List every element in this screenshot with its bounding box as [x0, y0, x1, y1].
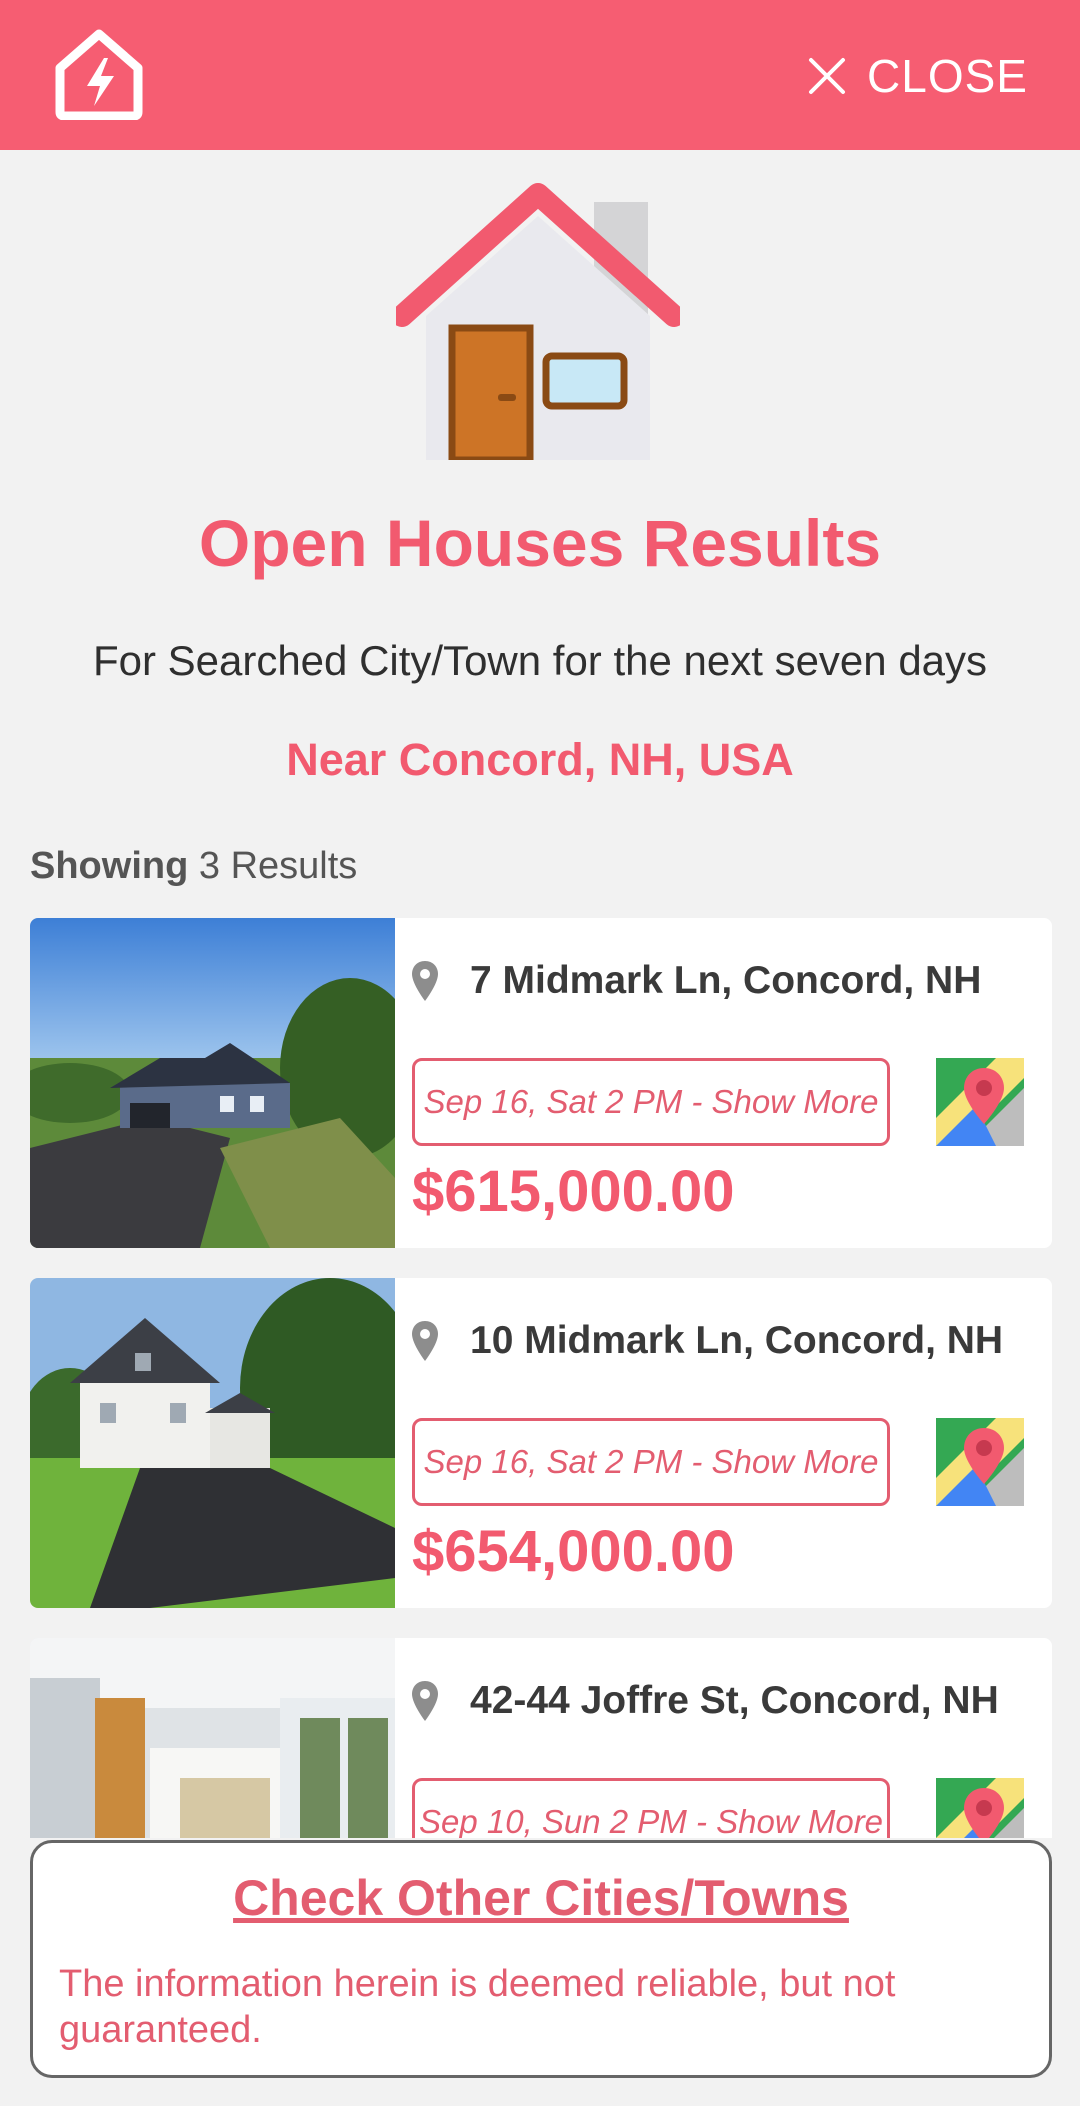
- listing-card[interactable]: 42-44 Joffre St, Concord, NH Sep 10, Sun…: [30, 1638, 1052, 1838]
- listing-address: 42-44 Joffre St, Concord, NH: [410, 1676, 999, 1726]
- listing-photo[interactable]: [30, 1278, 395, 1608]
- show-more-button[interactable]: Sep 10, Sun 2 PM - Show More: [412, 1778, 890, 1838]
- listing-card[interactable]: 10 Midmark Ln, Concord, NH Sep 16, Sat 2…: [30, 1278, 1052, 1608]
- address-text: 7 Midmark Ln, Concord, NH: [470, 959, 982, 1002]
- location-pin-icon: [412, 1321, 438, 1361]
- address-text: 42-44 Joffre St, Concord, NH: [470, 1679, 999, 1722]
- listing-price: $654,000.00: [412, 1519, 735, 1584]
- close-button[interactable]: CLOSE: [807, 44, 1028, 108]
- location-pin-icon: [412, 961, 438, 1001]
- listing-address: 7 Midmark Ln, Concord, NH: [410, 956, 981, 1006]
- disclaimer-text: The information herein is deemed reliabl…: [59, 1963, 896, 2051]
- google-maps-icon[interactable]: [936, 1778, 1024, 1838]
- listing-price: $615,000.00: [412, 1159, 735, 1224]
- close-label: CLOSE: [867, 50, 1028, 102]
- close-x-icon: [809, 58, 846, 94]
- house-lightning-icon[interactable]: [54, 28, 144, 120]
- footer-panel: Check Other Cities/Towns The information…: [30, 1840, 1052, 2078]
- results-count: Showing 3 Results: [30, 845, 357, 888]
- location-pin-icon: [412, 1681, 438, 1721]
- results-count-text: 3 Results: [198, 845, 358, 887]
- address-text: 10 Midmark Ln, Concord, NH: [470, 1319, 1004, 1362]
- google-maps-icon[interactable]: [936, 1418, 1024, 1506]
- show-more-button[interactable]: Sep 16, Sat 2 PM - Show More: [412, 1418, 890, 1506]
- google-maps-icon[interactable]: [936, 1058, 1024, 1146]
- house-icon: [396, 183, 680, 460]
- listing-card[interactable]: 7 Midmark Ln, Concord, NH Sep 16, Sat 2 …: [30, 918, 1052, 1248]
- listing-photo[interactable]: [30, 1638, 395, 1838]
- show-more-button[interactable]: Sep 16, Sat 2 PM - Show More: [412, 1058, 890, 1146]
- listing-address: 10 Midmark Ln, Concord, NH: [410, 1316, 1003, 1366]
- showing-label: Showing: [30, 845, 189, 887]
- results-list[interactable]: 7 Midmark Ln, Concord, NH Sep 16, Sat 2 …: [30, 918, 1052, 1838]
- listing-photo[interactable]: [30, 918, 395, 1248]
- page-subtitle: For Searched City/Town for the next seve…: [92, 637, 988, 684]
- top-bar: CLOSE: [0, 0, 1080, 150]
- search-location: Near Concord, NH, USA: [286, 734, 794, 785]
- check-other-cities-link[interactable]: Check Other Cities/Towns: [33, 1869, 1049, 1927]
- page-title: Open Houses Results: [198, 506, 882, 580]
